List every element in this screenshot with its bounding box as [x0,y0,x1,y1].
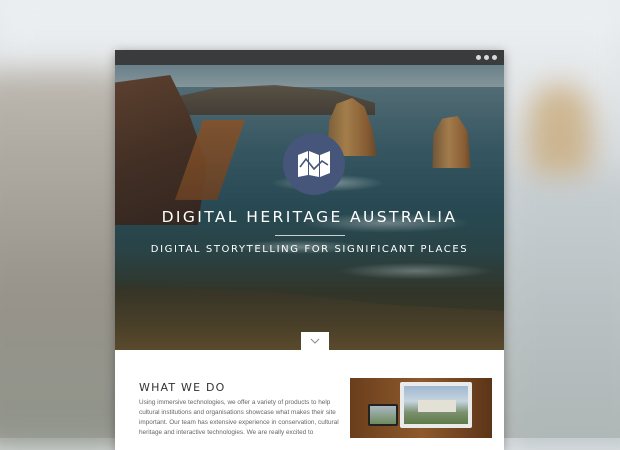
section-body-text: Using immersive technologies, we offer a… [139,399,339,436]
section-heading: WHAT WE DO [139,381,226,394]
folded-map-icon [298,151,330,177]
background-rock-stack [528,85,592,175]
tablet-device [368,404,398,426]
background-sea [505,170,620,450]
laptop-device [400,382,472,428]
hero-section: DIGITAL HERITAGE AUSTRALIA DIGITAL STORY… [115,65,504,350]
chevron-down-icon [310,338,320,344]
product-showcase-image [350,378,492,438]
browser-window: DIGITAL HERITAGE AUSTRALIA DIGITAL STORY… [115,50,504,450]
scroll-down-button[interactable] [301,332,329,350]
browser-title-bar [115,50,504,65]
hero-title: DIGITAL HERITAGE AUSTRALIA [161,208,458,226]
hero-divider [275,235,345,236]
more-dots-icon[interactable] [476,55,497,60]
hero-subtitle: DIGITAL STORYTELLING FOR SIGNIFICANT PLA… [150,244,469,255]
site-logo[interactable] [283,133,345,195]
